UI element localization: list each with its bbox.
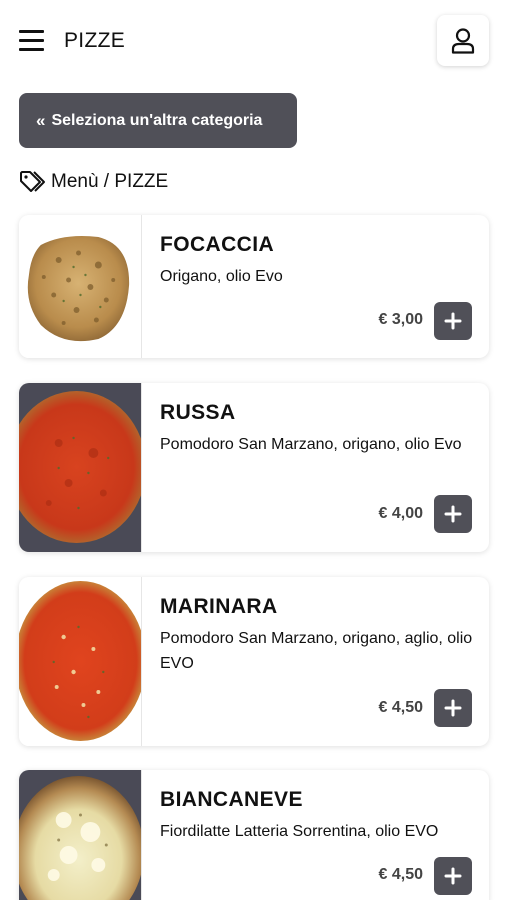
- select-other-category-label: Seleziona un'altra categoria: [51, 111, 263, 129]
- add-to-cart-button[interactable]: [434, 302, 472, 340]
- product-name: FOCACCIA: [160, 233, 275, 256]
- breadcrumb: Menù / PIZZE: [19, 169, 168, 195]
- add-to-cart-button[interactable]: [434, 857, 472, 895]
- product-price: € 3,00: [378, 311, 423, 328]
- app-header: PIZZE: [0, 0, 507, 82]
- hamburger-menu-icon[interactable]: [19, 30, 44, 52]
- double-chevron-left-icon: «: [36, 110, 46, 130]
- product-description: Pomodoro San Marzano, origano, olio Evo: [160, 436, 462, 453]
- user-icon: [451, 27, 475, 54]
- product-price: € 4,50: [378, 866, 423, 883]
- plus-icon: [444, 699, 462, 717]
- product-image-biancaneve: [19, 770, 142, 900]
- add-to-cart-button[interactable]: [434, 495, 472, 533]
- product-description: Origano, olio Evo: [160, 268, 283, 285]
- product-name: BIANCANEVE: [160, 788, 303, 811]
- product-image-russa: [19, 383, 142, 552]
- product-name: MARINARA: [160, 595, 278, 618]
- breadcrumb-text: Menù / PIZZE: [51, 171, 169, 192]
- product-description: Fiordilatte Latteria Sorrentina, olio EV…: [160, 823, 439, 840]
- page-title: PIZZE: [64, 29, 126, 52]
- product-image-focaccia: [19, 215, 142, 358]
- product-card[interactable]: FOCACCIA Origano, olio Evo € 3,00: [19, 215, 489, 358]
- tag-icon: [20, 171, 45, 192]
- plus-icon: [444, 867, 462, 885]
- product-image-marinara: [19, 577, 142, 746]
- plus-icon: [444, 312, 462, 330]
- product-price: € 4,50: [378, 699, 423, 716]
- product-card[interactable]: MARINARA Pomodoro San Marzano, origano, …: [19, 577, 489, 746]
- product-description: Pomodoro San Marzano, origano, aglio, ol…: [160, 630, 473, 672]
- user-account-button[interactable]: [437, 15, 489, 66]
- product-card[interactable]: RUSSA Pomodoro San Marzano, origano, oli…: [19, 383, 489, 552]
- add-to-cart-button[interactable]: [434, 689, 472, 727]
- product-card[interactable]: BIANCANEVE Fiordilatte Latteria Sorrenti…: [19, 770, 489, 900]
- select-other-category-button[interactable]: « Seleziona un'altra categoria: [19, 93, 297, 148]
- product-price: € 4,00: [378, 505, 423, 522]
- product-name: RUSSA: [160, 401, 236, 424]
- plus-icon: [444, 505, 462, 523]
